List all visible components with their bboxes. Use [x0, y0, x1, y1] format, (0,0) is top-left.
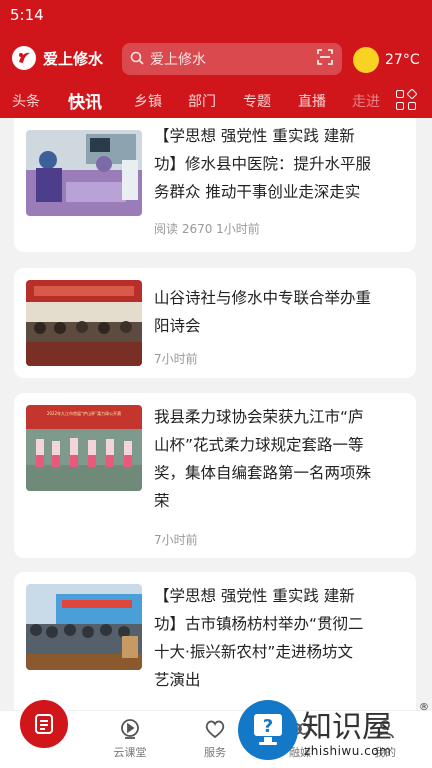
search-icon	[130, 50, 144, 69]
watermark-title: 知识屋	[302, 710, 392, 745]
news-thumbnail	[26, 584, 142, 670]
logo-icon	[12, 46, 36, 70]
news-card[interactable]: 【学思想 强党性 重实践 建新 功】古市镇杨枋村举办“贯彻二 十大·振兴新农村”…	[14, 572, 416, 710]
logo-text: 爱上修水	[43, 49, 104, 68]
news-meta: 7小时前	[154, 533, 198, 547]
news-meta: 阅读 2670 1小时前	[154, 222, 260, 236]
news-thumbnail	[26, 130, 142, 216]
app-header: 爱上修水 爱上修水 27°C 头条 快讯 乡镇 部门 专题 直播 走进	[0, 32, 432, 118]
tab-towns[interactable]: 乡镇	[134, 91, 162, 111]
news-thumbnail: 2022年九江市首届“庐山杯”柔力球公开赛	[26, 405, 142, 491]
play-icon	[118, 717, 142, 741]
news-card[interactable]: 【学思想 强党性 重实践 建新 功】修水县中医院：提升水平服 务群众 推动干事创…	[14, 118, 416, 252]
svg-text:?: ?	[263, 716, 273, 737]
watermark: ? 知识屋 ® zhishiwu.com	[238, 696, 432, 768]
news-title: 山谷诗社与修水中专联合举办重 阳诗会	[154, 289, 372, 335]
search-placeholder: 爱上修水	[150, 52, 206, 68]
grid-menu-icon[interactable]	[396, 88, 418, 112]
temperature: 27°C	[385, 52, 420, 68]
thumbnail-banner-text: 2022年九江市首届“庐山杯”柔力球公开赛	[46, 411, 122, 416]
tab-departments[interactable]: 部门	[188, 91, 216, 111]
app-logo[interactable]: 爱上修水	[12, 46, 103, 70]
sun-icon	[353, 47, 379, 73]
weather-widget[interactable]: 27°C	[353, 47, 420, 73]
nav-cloud-class[interactable]: 云课堂	[100, 717, 160, 760]
nav-label: 云课堂	[113, 746, 147, 759]
nav-label: 服务	[204, 746, 226, 759]
nav-service[interactable]: 服务	[185, 717, 245, 760]
news-title: 我县柔力球协会荣获九江市“庐 山杯”花式柔力球规定套路一等 奖，集体自编套路第一…	[154, 408, 372, 510]
tab-topics[interactable]: 专题	[243, 91, 271, 111]
news-title: 【学思想 强党性 重实践 建新 功】修水县中医院：提升水平服 务群众 推动干事创…	[154, 127, 372, 201]
status-bar: 5:14	[0, 0, 432, 32]
news-icon	[35, 714, 53, 734]
status-time: 5:14	[10, 6, 44, 24]
tab-headline[interactable]: 头条	[12, 91, 40, 111]
tab-live[interactable]: 直播	[298, 91, 326, 111]
tab-explore[interactable]: 走进	[352, 91, 380, 111]
tab-flash-news[interactable]: 快讯	[68, 88, 102, 113]
news-card[interactable]: 山谷诗社与修水中专联合举办重 阳诗会 7小时前	[14, 268, 416, 378]
search-bar[interactable]: 爱上修水	[122, 43, 342, 75]
watermark-domain: zhishiwu.com	[304, 744, 392, 758]
category-tabs: 头条 快讯 乡镇 部门 专题 直播 走进	[0, 88, 432, 118]
watermark-registered: ®	[419, 702, 429, 713]
news-title: 【学思想 强党性 重实践 建新 功】古市镇杨枋村举办“贯彻二 十大·振兴新农村”…	[154, 587, 364, 689]
news-thumbnail	[26, 280, 142, 366]
news-card[interactable]: 2022年九江市首届“庐山杯”柔力球公开赛 我县柔力球协会荣获九江市“庐 山杯”…	[14, 393, 416, 558]
news-feed[interactable]: 【学思想 强党性 重实践 建新 功】修水县中医院：提升水平服 务群众 推动干事创…	[0, 118, 432, 710]
watermark-logo-icon: ?	[238, 700, 298, 760]
news-meta: 7小时前	[154, 352, 198, 366]
scan-icon[interactable]	[316, 48, 334, 70]
home-button[interactable]	[17, 697, 71, 751]
heart-icon	[203, 717, 227, 741]
